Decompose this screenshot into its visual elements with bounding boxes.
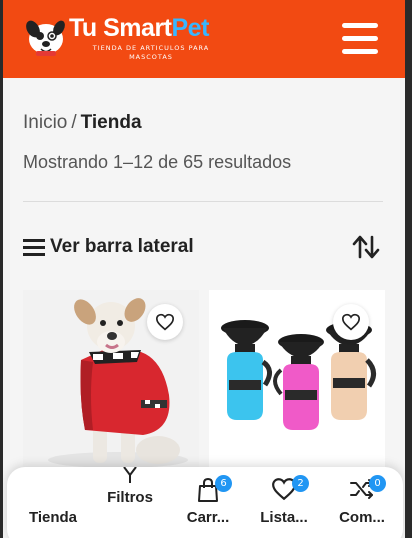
menu-bar-line [342, 23, 378, 28]
nav-label-cart: Carr... [186, 509, 230, 526]
nav-item-cart[interactable]: 6 Carr... [173, 475, 243, 526]
page-frame: Tu SmartPet TIENDA DE ARTICULOS PARA MAS… [3, 0, 405, 538]
wishlist-count-badge: 2 [292, 475, 309, 492]
heart-icon [155, 313, 175, 331]
cart-count-badge: 6 [215, 475, 232, 492]
sort-arrows-icon [352, 235, 380, 259]
compare-count-badge: 0 [369, 475, 386, 492]
nav-label-shop: Tienda [28, 509, 78, 526]
nav-label-wishlist: Lista... [260, 509, 308, 526]
brand-tagline: TIENDA DE ARTICULOS PARA MASCOTAS [92, 44, 210, 61]
heart-icon [341, 313, 361, 331]
results-count: Mostrando 1–12 de 65 resultados [23, 152, 292, 172]
divider [23, 201, 383, 202]
hamburger-icon [23, 238, 45, 256]
breadcrumb-separator: / [71, 112, 77, 133]
show-sidebar-button[interactable]: Ver barra lateral [23, 234, 194, 260]
add-to-wishlist-button[interactable] [147, 304, 183, 340]
menu-bar-line [342, 36, 378, 41]
sort-button[interactable] [351, 234, 381, 260]
brand-name-part2: Pet [171, 14, 210, 42]
brand-name-part1: Tu Smart [69, 14, 172, 42]
nav-label-compare: Com... [339, 509, 385, 526]
site-logo[interactable]: Tu SmartPet TIENDA DE ARTICULOS PARA MAS… [23, 12, 223, 64]
product-card[interactable] [23, 290, 199, 470]
menu-bar-line [342, 49, 378, 54]
filter-icon [123, 467, 137, 483]
site-header: Tu SmartPet TIENDA DE ARTICULOS PARA MAS… [3, 0, 405, 78]
dog-logo-icon [26, 20, 65, 56]
show-sidebar-label: Ver barra lateral [50, 236, 194, 257]
breadcrumb-current: Tienda [80, 112, 142, 133]
brand-name: Tu SmartPet [69, 14, 209, 43]
nav-label-filters: Filtros [107, 489, 153, 506]
nav-item-filters[interactable]: Filtros [95, 467, 165, 506]
product-card[interactable] [209, 290, 385, 470]
nav-item-shop[interactable]: Tienda [15, 509, 91, 526]
breadcrumb-home-link[interactable]: Inicio [23, 112, 67, 133]
breadcrumb: Inicio / Tienda [23, 112, 142, 134]
nav-item-compare[interactable]: 0 Com... [327, 475, 397, 526]
hamburger-menu-button[interactable] [339, 18, 381, 58]
add-to-wishlist-button[interactable] [333, 304, 369, 340]
bottom-navigation-bar: Tienda Filtros 6 Carr... 2 Lista... 0 Co… [7, 467, 403, 538]
nav-item-wishlist[interactable]: 2 Lista... [249, 475, 319, 526]
